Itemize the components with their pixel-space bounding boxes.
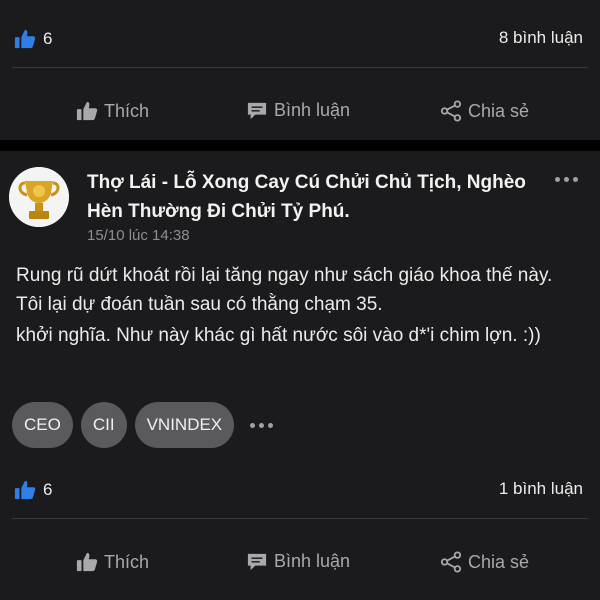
comment-icon	[246, 101, 268, 121]
post-actions: Thích Bình luận Chia sẻ	[0, 551, 600, 591]
comment-count[interactable]: 8 bình luận	[499, 28, 583, 48]
post-stats: 6 8 bình luận	[0, 20, 600, 60]
post-actions: Thích Bình luận Chia sẻ	[0, 100, 600, 140]
comment-button[interactable]: Bình luận	[246, 551, 350, 572]
post-card: Thợ Lái - Lỗ Xong Cay Cú Chửi Chủ Tịch, …	[0, 151, 600, 600]
share-button-label: Chia sẻ	[468, 100, 530, 121]
tag-list: CEO CII VNINDEX	[12, 402, 274, 448]
comment-button-label: Bình luận	[274, 551, 351, 571]
share-button-label: Chia sẻ	[468, 551, 530, 572]
previous-post-card: 6 8 bình luận Thích Bình luận Chia sẻ	[0, 0, 600, 140]
share-icon	[440, 551, 462, 573]
like-button-label: Thích	[104, 551, 150, 572]
more-options-icon[interactable]	[555, 177, 578, 182]
thumbs-up-icon	[14, 28, 36, 50]
like-count-value: 6	[43, 480, 53, 499]
divider	[12, 518, 588, 519]
post-timestamp: 15/10 lúc 14:38	[87, 227, 190, 244]
thumbs-up-icon	[14, 479, 36, 501]
like-button[interactable]: Thích	[76, 100, 149, 122]
like-button[interactable]: Thích	[76, 551, 149, 573]
avatar[interactable]	[9, 167, 69, 227]
like-count-value: 6	[43, 29, 53, 48]
thumbs-up-icon	[76, 100, 98, 122]
comment-button-label: Bình luận	[274, 100, 351, 120]
comment-count[interactable]: 1 bình luận	[499, 479, 583, 499]
like-count[interactable]: 6	[14, 28, 52, 50]
post-stats: 6 1 bình luận	[0, 471, 600, 511]
tag-chip[interactable]: VNINDEX	[134, 402, 235, 448]
share-button[interactable]: Chia sẻ	[440, 100, 529, 122]
like-count[interactable]: 6	[14, 479, 52, 501]
share-icon	[440, 100, 462, 122]
author-name[interactable]: Thợ Lái - Lỗ Xong Cay Cú Chửi Chủ Tịch, …	[87, 168, 527, 226]
post-body: Rung rũ dứt khoát rồi lại tăng ngay như …	[16, 265, 553, 315]
more-tags-icon[interactable]	[250, 422, 274, 428]
trophy-icon	[9, 167, 69, 227]
divider	[12, 67, 588, 68]
comment-icon	[246, 552, 268, 572]
thumbs-up-icon	[76, 551, 98, 573]
tag-chip[interactable]: CII	[80, 402, 127, 448]
comment-button[interactable]: Bình luận	[246, 100, 350, 121]
like-button-label: Thích	[104, 100, 150, 121]
tag-chip[interactable]: CEO	[12, 402, 73, 448]
post-body-continued: khởi nghĩa. Như này khác gì hất nước sôi…	[16, 325, 541, 346]
share-button[interactable]: Chia sẻ	[440, 551, 529, 573]
